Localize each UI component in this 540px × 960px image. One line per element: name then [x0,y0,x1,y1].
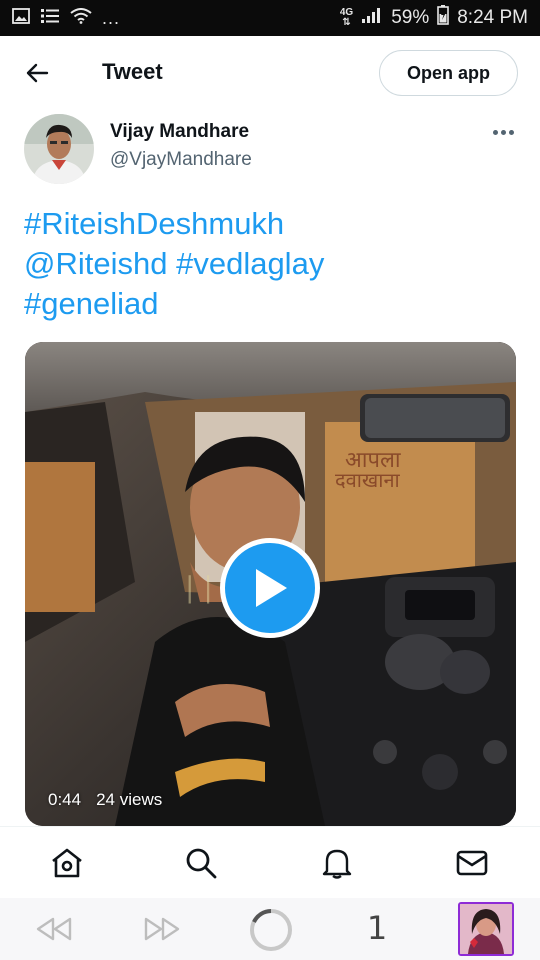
overflow-dots: ... [102,8,121,28]
wifi-icon [70,7,92,29]
mention-riteishd[interactable]: @Riteishd [24,246,167,281]
rewind-icon [36,917,72,941]
author-avatar[interactable] [24,114,94,184]
hashtag-vedlaglay[interactable]: #vedlaglay [176,246,324,281]
back-button[interactable] [22,58,52,88]
more-options-button[interactable] [488,122,518,142]
forward-button[interactable] [142,914,182,944]
nav-messages[interactable] [455,846,489,880]
video-duration: 0:44 [48,790,82,809]
hashtag-riteishdeshmukh[interactable]: #RiteishDeshmukh [24,206,284,241]
author-handle[interactable]: @VjayMandhare [110,149,252,171]
tab-count[interactable]: 1 [360,906,394,950]
profile-image [460,904,512,954]
nav-notifications[interactable] [320,846,354,880]
nav-search[interactable] [184,846,218,880]
list-icon [40,8,60,29]
page-title: Tweet [102,59,163,84]
home-icon [52,848,82,878]
signal-icon [361,6,383,30]
network-arrows-icon: ⇅ [342,17,351,28]
battery-percent: 59% [391,7,430,28]
tweet-header: Tweet Open app [0,36,540,110]
browser-toolbar: 1 [0,898,540,960]
more-dot [500,129,506,135]
open-app-button[interactable]: Open app [379,50,518,96]
status-bar: ... 4G ⇅ 59% 8:24 PM [0,0,540,36]
more-dot [508,129,514,135]
notifications-icon [322,849,352,879]
video-meta: 0:44 24 views [48,790,162,810]
nav-home[interactable] [50,846,84,880]
tweet-text: #RiteishDeshmukh @Riteishd #vedlaglay #g… [24,204,514,324]
image-icon [12,7,30,29]
video-views: 24 views [96,790,163,809]
forward-icon [144,917,180,941]
more-dot [492,129,498,135]
rewind-button[interactable] [34,914,74,944]
tweet-video[interactable]: आपला दवाखाना | | | 0:44 24 views [25,342,516,826]
loading-icon [250,909,292,951]
clock: 8:24 PM [457,7,528,28]
play-button[interactable] [220,538,320,638]
network-indicator: 4G ⇅ [340,8,353,28]
profile-thumbnail[interactable] [458,902,514,956]
hashtag-geneliad[interactable]: #geneliad [24,286,158,321]
battery-icon [437,5,450,31]
svg-text:दवाखाना: दवाखाना [335,468,401,492]
bottom-nav [0,826,540,898]
author-name[interactable]: Vijay Mandhare [110,121,249,143]
messages-icon [456,850,488,876]
search-icon [186,848,217,879]
play-icon [256,569,287,607]
loading-button[interactable] [248,907,294,953]
back-arrow-icon [26,63,49,83]
